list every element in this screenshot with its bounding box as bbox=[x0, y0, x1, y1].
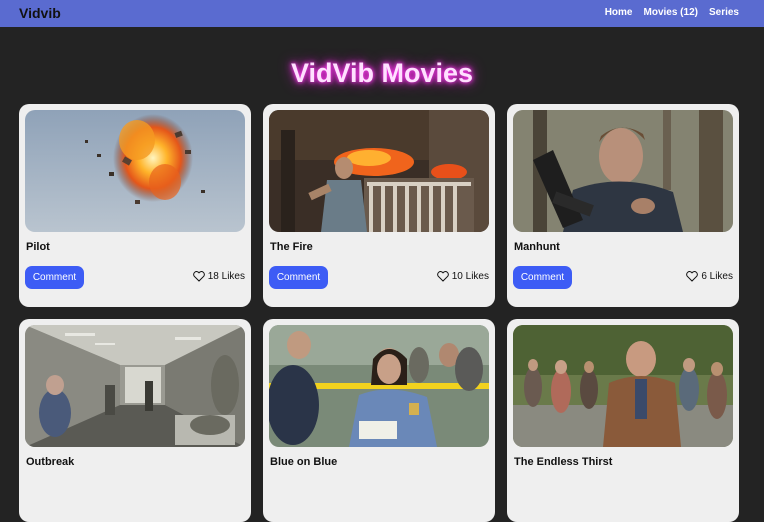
movie-title: Outbreak bbox=[26, 456, 75, 468]
likes-count: 10 Likes bbox=[451, 271, 489, 282]
movie-thumbnail[interactable] bbox=[269, 325, 489, 447]
movie-title: The Fire bbox=[270, 241, 313, 253]
movie-card: The Endless Thirst bbox=[507, 319, 739, 522]
likes-count: 18 Likes bbox=[207, 271, 245, 282]
movie-grid: Pilot Comment 18 Likes The Fire Comment … bbox=[19, 104, 739, 522]
movie-card: Pilot Comment 18 Likes bbox=[19, 104, 251, 307]
comment-button[interactable]: Comment bbox=[513, 266, 572, 289]
heart-outline-icon[interactable] bbox=[192, 271, 205, 282]
movie-thumbnail[interactable] bbox=[25, 325, 245, 447]
nav-home-link[interactable]: Home bbox=[605, 7, 633, 18]
comment-button[interactable]: Comment bbox=[25, 266, 84, 289]
movie-thumbnail[interactable] bbox=[25, 110, 245, 232]
movie-card: Blue on Blue bbox=[263, 319, 495, 522]
movie-card: Manhunt Comment 6 Likes bbox=[507, 104, 739, 307]
movie-thumbnail[interactable] bbox=[513, 325, 733, 447]
movie-title: Pilot bbox=[26, 241, 50, 253]
comment-button[interactable]: Comment bbox=[269, 266, 328, 289]
movie-card: Outbreak bbox=[19, 319, 251, 522]
movie-thumbnail[interactable] bbox=[269, 110, 489, 232]
movie-title: The Endless Thirst bbox=[514, 456, 613, 468]
page-title: VidVib Movies bbox=[290, 58, 474, 88]
heart-outline-icon[interactable] bbox=[436, 271, 449, 282]
likes-counter: 18 Likes bbox=[192, 271, 245, 282]
likes-counter: 6 Likes bbox=[686, 271, 733, 282]
likes-counter: 10 Likes bbox=[436, 271, 489, 282]
nav-links: Home Movies (12) Series bbox=[605, 7, 739, 18]
nav-movies-link[interactable]: Movies (12) bbox=[644, 7, 698, 18]
likes-count: 6 Likes bbox=[701, 271, 733, 282]
navbar: Vidvib Home Movies (12) Series bbox=[0, 0, 764, 27]
nav-series-link[interactable]: Series bbox=[709, 7, 739, 18]
movie-thumbnail[interactable] bbox=[513, 110, 733, 232]
heart-outline-icon[interactable] bbox=[686, 271, 699, 282]
movie-title: Blue on Blue bbox=[270, 456, 338, 468]
movie-title: Manhunt bbox=[514, 241, 560, 253]
movie-card: The Fire Comment 10 Likes bbox=[263, 104, 495, 307]
brand-logo[interactable]: Vidvib bbox=[19, 5, 61, 21]
